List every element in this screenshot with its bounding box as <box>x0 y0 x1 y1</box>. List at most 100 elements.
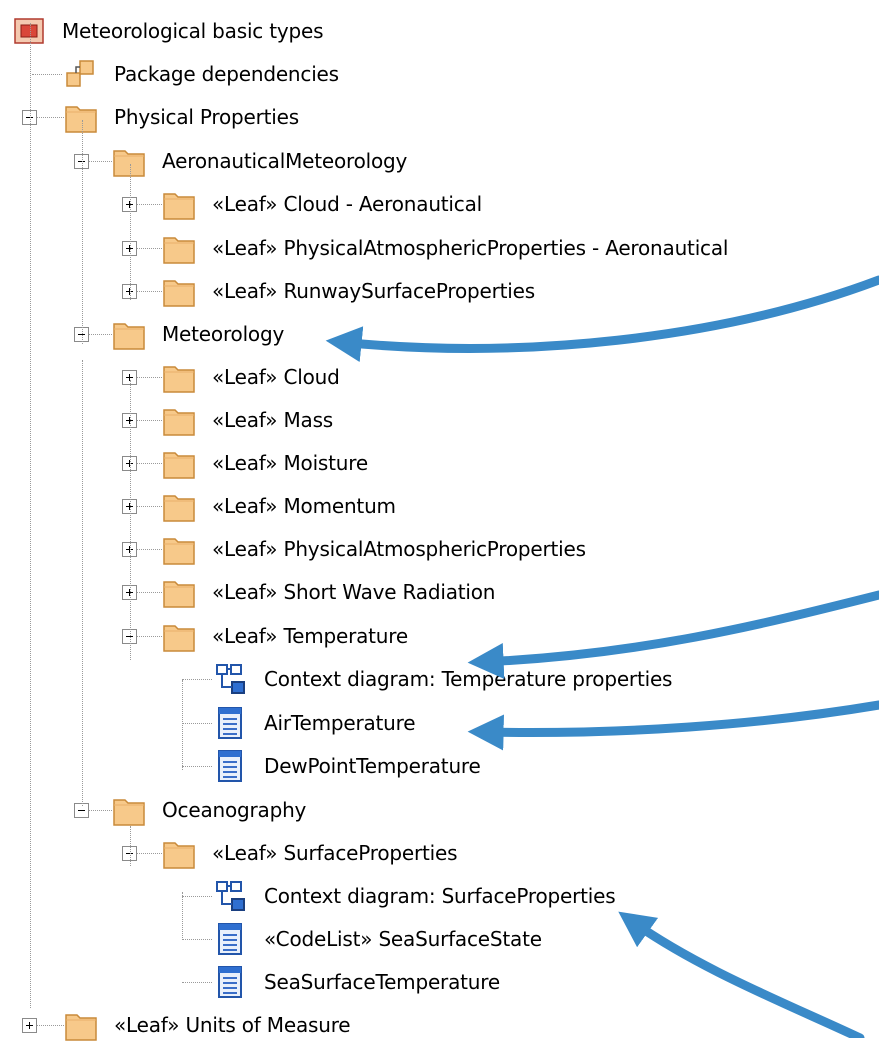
tree-node-label: «Leaf» Units of Measure <box>114 1013 351 1037</box>
tree-node-label: «Leaf» SurfaceProperties <box>212 841 458 865</box>
model-icon <box>14 18 44 44</box>
tree-connector <box>89 161 112 162</box>
diagram-icon <box>216 664 245 694</box>
folder-icon <box>163 193 195 220</box>
tree-node-label: «Leaf» Short Wave Radiation <box>212 580 496 604</box>
tree-node-label: «Leaf» Temperature <box>212 624 408 648</box>
diagram-icon <box>216 881 245 911</box>
tree-node-label: DewPointTemperature <box>264 754 481 778</box>
tree-connector <box>130 380 131 660</box>
tree-connector <box>37 1025 64 1026</box>
folder-icon <box>163 237 195 264</box>
folder-icon <box>163 842 195 869</box>
tree-node[interactable]: «Leaf» Units of Measure <box>64 1005 351 1045</box>
class-icon <box>218 750 242 782</box>
tree-connector <box>130 164 131 300</box>
tree-node[interactable]: AirTemperature <box>214 703 416 743</box>
tree-node[interactable]: Oceanography <box>112 790 306 830</box>
tree-node-label: «Leaf» Momentum <box>212 494 396 518</box>
project-browser-tree: Meteorological basic types Package depen… <box>0 0 879 1041</box>
class-icon <box>218 923 242 955</box>
tree-connector <box>137 204 162 205</box>
tree-connector <box>137 377 162 378</box>
tree-connector <box>182 939 212 940</box>
folder-icon <box>163 581 195 608</box>
tree-node-label: «Leaf» PhysicalAtmosphericProperties - A… <box>212 236 729 260</box>
folder-icon <box>113 150 145 177</box>
tree-node[interactable]: Meteorological basic types <box>12 11 324 51</box>
tree-connector <box>137 463 162 464</box>
class-icon <box>218 707 242 739</box>
tree-node[interactable]: «Leaf» RunwaySurfaceProperties <box>162 271 535 311</box>
tree-node[interactable]: «Leaf» PhysicalAtmosphericProperties <box>162 529 586 569</box>
tree-node[interactable]: «Leaf» Mass <box>162 400 333 440</box>
tree-node[interactable]: AeronauticalMeteorology <box>112 141 407 181</box>
tree-connector <box>137 420 162 421</box>
tree-connector <box>182 892 183 940</box>
tree-node[interactable]: Package dependencies <box>64 54 339 94</box>
tree-connector <box>182 896 212 897</box>
tree-connector <box>137 291 162 292</box>
tree-node[interactable]: «Leaf» Moisture <box>162 443 368 483</box>
tree-node-label: Context diagram: Temperature properties <box>264 667 673 691</box>
tree-node-label: Oceanography <box>162 798 307 822</box>
tree-node-label: AeronauticalMeteorology <box>162 149 408 173</box>
tree-node[interactable]: «Leaf» Cloud - Aeronautical <box>162 184 482 224</box>
tree-node-label: «CodeList» SeaSurfaceState <box>264 927 542 951</box>
tree-node[interactable]: «Leaf» Cloud <box>162 357 340 397</box>
folder-icon <box>163 409 195 436</box>
class-icon <box>218 966 242 998</box>
tree-node-label: «Leaf» Cloud - Aeronautical <box>212 192 483 216</box>
tree-node[interactable]: «Leaf» PhysicalAtmosphericProperties - A… <box>162 228 728 268</box>
tree-node[interactable]: Meteorology <box>112 314 284 354</box>
tree-node[interactable]: Physical Properties <box>64 97 299 137</box>
folder-icon <box>163 495 195 522</box>
tree-node[interactable]: «CodeList» SeaSurfaceState <box>214 919 542 959</box>
folder-icon <box>163 452 195 479</box>
tree-connector <box>137 549 162 550</box>
tree-connector <box>137 506 162 507</box>
tree-connector <box>182 679 212 680</box>
tree-connector <box>30 23 31 1008</box>
folder-icon <box>113 799 145 826</box>
tree-connector <box>89 334 112 335</box>
tree-node[interactable]: «Leaf» Short Wave Radiation <box>162 572 495 612</box>
folder-icon <box>113 323 145 350</box>
tree-node-label: «Leaf» Cloud <box>212 365 340 389</box>
tree-node-label: Context diagram: SurfaceProperties <box>264 884 616 908</box>
tree-connector <box>89 810 112 811</box>
folder-icon <box>65 106 97 133</box>
tree-node-label: «Leaf» PhysicalAtmosphericProperties <box>212 537 586 561</box>
tree-node[interactable]: «Leaf» SurfaceProperties <box>162 833 458 873</box>
tree-node[interactable]: «Leaf» Momentum <box>162 486 396 526</box>
expand-icon[interactable] <box>22 1018 37 1033</box>
tree-node[interactable]: DewPointTemperature <box>214 746 481 786</box>
tree-connector <box>182 723 212 724</box>
tree-node-label: «Leaf» Mass <box>212 408 334 432</box>
tree-connector <box>182 766 212 767</box>
tree-node[interactable]: SeaSurfaceTemperature <box>214 962 500 1002</box>
tree-node-label: Meteorological basic types <box>62 19 324 43</box>
tree-connector <box>137 636 162 637</box>
package-dependencies-icon <box>66 60 94 87</box>
tree-connector <box>130 826 131 866</box>
tree-connector <box>37 117 64 118</box>
tree-connector <box>32 74 62 75</box>
tree-node-label: «Leaf» RunwaySurfaceProperties <box>212 279 535 303</box>
tree-connector <box>182 982 212 983</box>
tree-node-label: Meteorology <box>162 322 285 346</box>
tree-node[interactable]: Context diagram: SurfaceProperties <box>214 876 616 916</box>
tree-node[interactable]: «Leaf» Temperature <box>162 616 408 656</box>
tree-node-label: «Leaf» Moisture <box>212 451 368 475</box>
tree-connector <box>182 680 183 770</box>
tree-node[interactable]: Context diagram: Temperature properties <box>214 659 672 699</box>
folder-icon <box>163 366 195 393</box>
tree-node-label: SeaSurfaceTemperature <box>264 970 500 994</box>
tree-connector <box>82 120 83 344</box>
tree-connector <box>137 592 162 593</box>
folder-icon <box>163 625 195 652</box>
tree-node-label: Package dependencies <box>114 62 339 86</box>
tree-connector <box>137 853 162 854</box>
folder-icon <box>65 1014 97 1041</box>
tree-node-label: AirTemperature <box>264 711 416 735</box>
